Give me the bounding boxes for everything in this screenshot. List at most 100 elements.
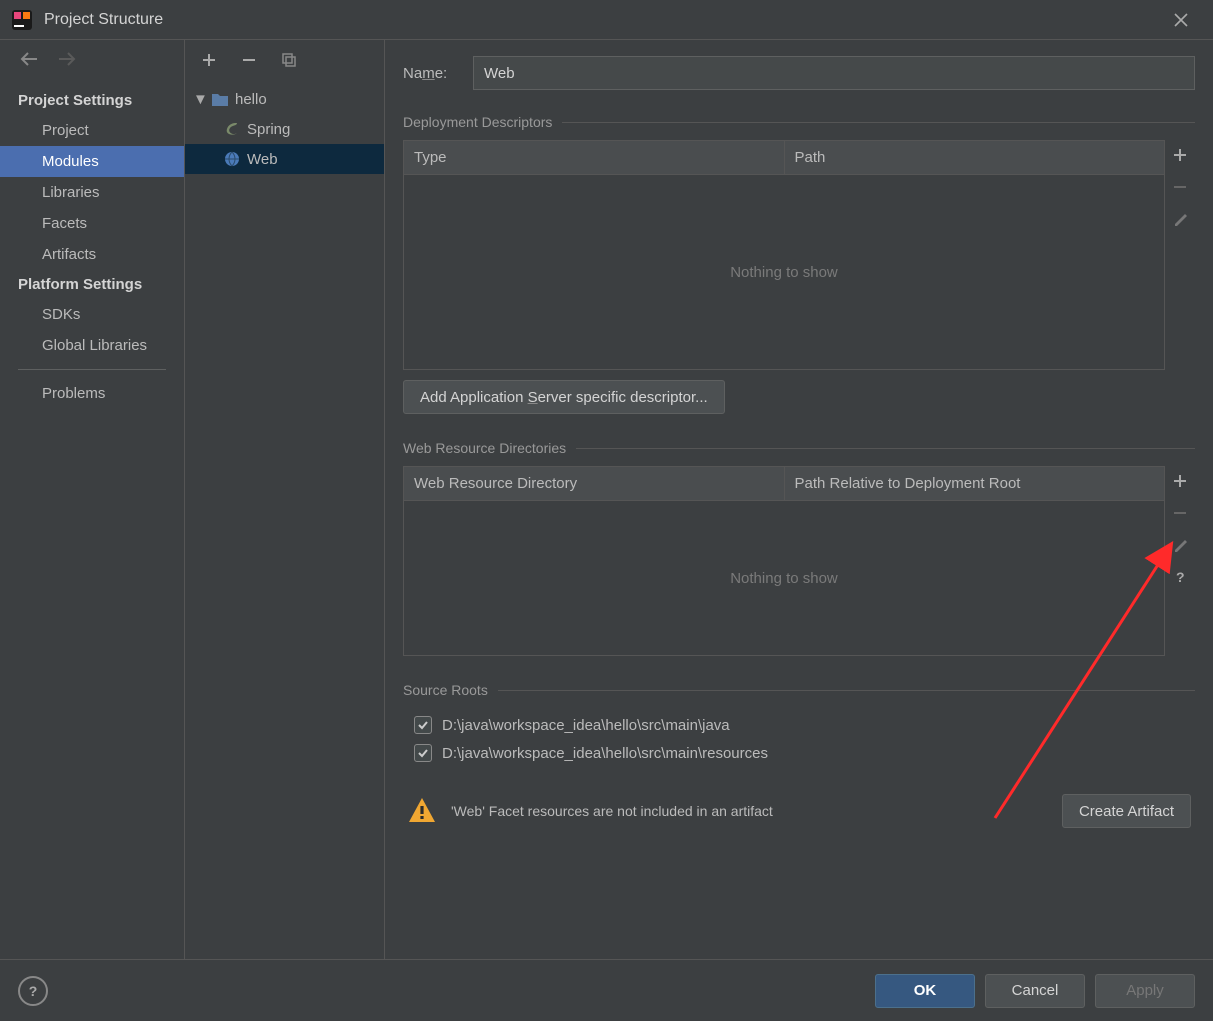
minus-icon	[242, 53, 256, 67]
col-path: Path	[785, 141, 1165, 174]
col-path-relative: Path Relative to Deployment Root	[785, 467, 1165, 500]
tree-node-label: hello	[235, 91, 267, 108]
help-button[interactable]: ?	[18, 976, 48, 1006]
minus-icon	[1173, 180, 1187, 194]
sidebar-item-artifacts[interactable]: Artifacts	[0, 239, 184, 270]
dialog-button-bar: ? OK Cancel Apply	[0, 959, 1213, 1021]
tree-node-spring[interactable]: Spring	[185, 114, 384, 144]
sidebar-item-global-libraries[interactable]: Global Libraries	[0, 330, 184, 361]
remove-descriptor-button[interactable]	[1171, 178, 1189, 196]
sidebar-nav-toolbar	[0, 40, 184, 80]
add-app-server-descriptor-button[interactable]: Add Application Server specific descript…	[403, 380, 725, 414]
source-root-checkbox[interactable]	[414, 716, 432, 734]
table-header: Type Path	[404, 141, 1164, 175]
warning-icon	[407, 796, 437, 827]
sidebar-separator	[18, 369, 166, 370]
web-resource-section: Web Resource Directories Web Resource Di…	[403, 436, 1195, 656]
col-type: Type	[404, 141, 785, 174]
cancel-button[interactable]: Cancel	[985, 974, 1085, 1008]
pencil-icon	[1173, 212, 1187, 226]
svg-text:?: ?	[1176, 569, 1185, 585]
name-row: Name:	[403, 56, 1195, 90]
source-root-checkbox[interactable]	[414, 744, 432, 762]
project-structure-dialog: Project Structure Project Settings Proje…	[0, 0, 1213, 1021]
edit-descriptor-button[interactable]	[1171, 210, 1189, 228]
sidebar-item-problems[interactable]: Problems	[0, 378, 184, 409]
source-root-path: D:\java\workspace_idea\hello\src\main\re…	[442, 745, 768, 762]
sidebar-heading-platform-settings: Platform Settings	[0, 270, 184, 299]
source-root-row[interactable]: D:\java\workspace_idea\hello\src\main\ja…	[410, 711, 1188, 739]
plus-icon	[1173, 148, 1187, 162]
table-header: Web Resource Directory Path Relative to …	[404, 467, 1164, 501]
warning-row: 'Web' Facet resources are not included i…	[403, 780, 1195, 842]
add-web-resource-button[interactable]	[1171, 472, 1189, 490]
check-icon	[417, 719, 429, 731]
col-web-resource-directory: Web Resource Directory	[404, 467, 785, 500]
app-icon	[12, 10, 32, 30]
table-empty-text: Nothing to show	[404, 175, 1164, 369]
tree-toolbar	[185, 40, 384, 80]
edit-web-resource-button[interactable]	[1171, 536, 1189, 554]
add-descriptor-button[interactable]	[1171, 146, 1189, 164]
question-icon: ?	[1172, 569, 1188, 585]
web-resource-title: Web Resource Directories	[403, 436, 1195, 460]
table-empty-text: Nothing to show	[404, 501, 1164, 655]
plus-icon	[202, 53, 216, 67]
web-resource-table-tools: ?	[1165, 466, 1195, 656]
tree-node-label: Spring	[247, 121, 290, 138]
apply-button[interactable]: Apply	[1095, 974, 1195, 1008]
sidebar-item-libraries[interactable]: Libraries	[0, 177, 184, 208]
sidebar-item-facets[interactable]: Facets	[0, 208, 184, 239]
dialog-body: Project Settings Project Modules Librari…	[0, 40, 1213, 959]
web-icon	[223, 150, 241, 168]
warning-text: 'Web' Facet resources are not included i…	[451, 803, 773, 819]
sidebar: Project Settings Project Modules Librari…	[0, 40, 185, 959]
web-resource-table: Web Resource Directory Path Relative to …	[403, 466, 1165, 656]
sidebar-item-project[interactable]: Project	[0, 115, 184, 146]
help-web-resource-button[interactable]: ?	[1171, 568, 1189, 586]
tree-remove-button[interactable]	[239, 50, 259, 70]
deployment-descriptors-section: Deployment Descriptors Type Path Nothing…	[403, 110, 1195, 414]
create-artifact-button[interactable]: Create Artifact	[1062, 794, 1191, 828]
check-icon	[417, 747, 429, 759]
close-button[interactable]	[1161, 0, 1201, 40]
module-icon	[211, 90, 229, 108]
copy-icon	[281, 52, 297, 68]
sidebar-heading-project-settings: Project Settings	[0, 86, 184, 115]
name-input[interactable]	[473, 56, 1195, 90]
plus-icon	[1173, 474, 1187, 488]
sidebar-list: Project Settings Project Modules Librari…	[0, 80, 184, 959]
tree-copy-button[interactable]	[279, 50, 299, 70]
collapse-icon: ▼	[193, 91, 205, 108]
sidebar-item-sdks[interactable]: SDKs	[0, 299, 184, 330]
nav-forward-button[interactable]	[58, 50, 76, 71]
source-roots-title: Source Roots	[403, 678, 1195, 702]
source-root-path: D:\java\workspace_idea\hello\src\main\ja…	[442, 717, 730, 734]
source-roots-section: Source Roots D:\java\workspace_idea\hell…	[403, 678, 1195, 776]
remove-web-resource-button[interactable]	[1171, 504, 1189, 522]
deployment-descriptors-table: Type Path Nothing to show	[403, 140, 1165, 370]
nav-back-button[interactable]	[20, 50, 38, 71]
arrow-left-icon	[20, 52, 38, 66]
tree-node-hello[interactable]: ▼ hello	[185, 84, 384, 114]
window-title: Project Structure	[44, 11, 163, 29]
tree-add-button[interactable]	[199, 50, 219, 70]
tree-node-web[interactable]: Web	[185, 144, 384, 174]
detail-panel: Name: Deployment Descriptors Type Path N…	[385, 40, 1213, 959]
sidebar-item-modules[interactable]: Modules	[0, 146, 184, 177]
module-tree-panel: ▼ hello Spring Web	[185, 40, 385, 959]
deployment-table-tools	[1165, 140, 1195, 370]
minus-icon	[1173, 506, 1187, 520]
pencil-icon	[1173, 538, 1187, 552]
deployment-descriptors-title: Deployment Descriptors	[403, 110, 1195, 134]
tree-node-label: Web	[247, 151, 278, 168]
name-label: Name:	[403, 65, 459, 82]
arrow-right-icon	[58, 52, 76, 66]
source-root-row[interactable]: D:\java\workspace_idea\hello\src\main\re…	[410, 739, 1188, 767]
close-icon	[1174, 13, 1188, 27]
source-roots-list: D:\java\workspace_idea\hello\src\main\ja…	[403, 702, 1195, 776]
titlebar: Project Structure	[0, 0, 1213, 40]
spring-icon	[223, 120, 241, 138]
module-tree: ▼ hello Spring Web	[185, 80, 384, 959]
ok-button[interactable]: OK	[875, 974, 975, 1008]
